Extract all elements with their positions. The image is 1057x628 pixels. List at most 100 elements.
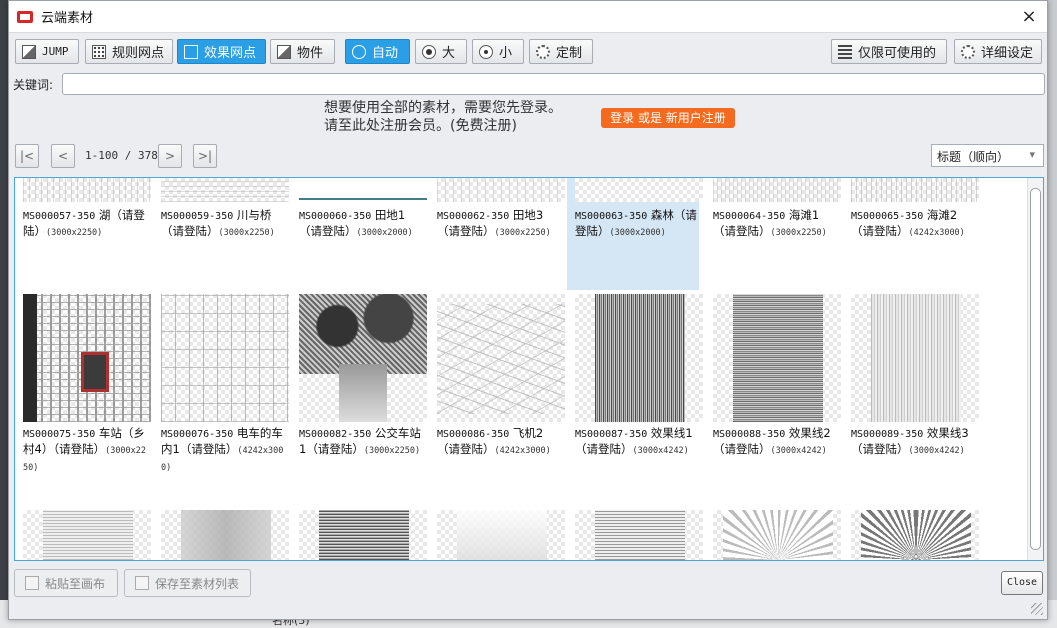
material-item[interactable] — [291, 510, 427, 560]
gear-icon — [536, 44, 550, 59]
material-item[interactable]: MS000082-350 公交车站1（请登陆）(3000x2250) — [291, 292, 427, 502]
material-caption: MS000062-350 田地3（请登陆）(3000x2250) — [437, 208, 551, 238]
save-to-list-button[interactable]: 保存至素材列表 — [124, 569, 251, 597]
material-item[interactable]: MS000065-350 海滩2（请登陆）(4242x3000) — [843, 178, 979, 290]
material-item[interactable]: MS000060-350 田地1（请登陆）(3000x2000) — [291, 178, 427, 290]
app-icon — [17, 10, 33, 24]
sort-select[interactable]: 标题（顺向） ▾ — [931, 144, 1044, 167]
material-item[interactable] — [567, 510, 703, 560]
material-caption: MS000063-350 森林（请登陆）(3000x2000) — [575, 208, 697, 238]
keyword-row: 关键词: — [9, 73, 1047, 95]
material-item[interactable]: MS000057-350 湖（请登陆）(3000x2250) — [15, 178, 151, 290]
prev-page-button[interactable]: < — [51, 144, 75, 168]
dot-grid-icon — [92, 44, 106, 59]
tab-regular-dots-label: 规则网点 — [112, 46, 165, 61]
material-item[interactable] — [705, 510, 841, 560]
usable-only-button[interactable]: 仅限可使用的 — [831, 39, 947, 64]
material-item[interactable]: MS000088-350 效果线2（请登陆）(3000x4242) — [705, 292, 841, 502]
paste-to-canvas-button[interactable]: 粘贴至画布 — [14, 569, 118, 597]
material-thumbnail — [713, 510, 841, 560]
tab-effect-dots[interactable]: 效果网点 — [177, 39, 266, 64]
cloud-materials-dialog: 云端素材 × JUMP 规则网点 效果网点 物件 自动 大 小 定制 仅限可使用… — [8, 0, 1048, 620]
login-message: 想要使用全部的素材，需要您先登录。 请至此处注册会员。(免费注册) — [324, 99, 562, 135]
material-caption: MS000057-350 湖（请登陆）(3000x2250) — [23, 208, 145, 238]
material-thumbnail — [161, 178, 289, 202]
material-caption: MS000088-350 效果线2（请登陆）(3000x4242) — [713, 426, 831, 456]
material-item[interactable]: MS000087-350 效果线1（请登陆）(3000x4242) — [567, 292, 703, 502]
material-caption: MS000064-350 海滩1（请登陆）(3000x2250) — [713, 208, 827, 238]
toolbar: JUMP 规则网点 效果网点 物件 自动 大 小 定制 仅限可使用的 详细设定 — [15, 39, 1042, 65]
material-item[interactable]: MS000059-350 川与桥（请登陆）(3000x2250) — [153, 178, 289, 290]
material-thumbnail — [437, 294, 565, 422]
material-thumbnail — [299, 294, 427, 422]
material-thumbnail — [437, 178, 565, 202]
size-auto-button[interactable]: 自动 — [345, 39, 410, 64]
material-caption: MS000075-350 车站（乡村4）（请登陆）(3000x2250) — [23, 426, 147, 473]
window-title: 云端素材 — [41, 11, 94, 26]
scrollbar-thumb[interactable] — [1030, 188, 1041, 550]
material-thumbnail — [713, 178, 841, 202]
material-caption: MS000086-350 飞机2（请登陆）(4242x3000) — [437, 426, 551, 456]
material-item[interactable]: MS000086-350 飞机2（请登陆）(4242x3000) — [429, 292, 565, 502]
material-item[interactable]: MS000063-350 森林（请登陆）(3000x2000) — [567, 178, 703, 290]
resize-grip-icon[interactable] — [1031, 603, 1043, 615]
jump-button[interactable]: JUMP — [15, 39, 79, 64]
first-page-button[interactable]: |< — [15, 144, 39, 168]
detail-settings-button[interactable]: 详细设定 — [954, 39, 1042, 64]
size-small-label: 小 — [499, 46, 513, 61]
last-page-button[interactable]: >| — [193, 144, 217, 168]
download-icon — [135, 576, 149, 590]
material-item[interactable] — [429, 510, 565, 560]
material-thumbnail — [23, 178, 151, 202]
material-grid: MS000057-350 湖（请登陆）(3000x2250) MS000059-… — [14, 177, 1044, 561]
filled-circle-icon — [352, 44, 366, 59]
gear-icon — [961, 44, 975, 59]
keyword-input[interactable] — [62, 73, 1045, 95]
next-page-button[interactable]: > — [158, 144, 182, 168]
custom-button[interactable]: 定制 — [529, 39, 593, 64]
image-icon — [22, 44, 36, 59]
size-large-button[interactable]: 大 — [415, 39, 467, 64]
material-caption: MS000087-350 效果线1（请登陆）(3000x4242) — [575, 426, 693, 456]
save-to-list-label: 保存至素材列表 — [155, 576, 240, 591]
login-register-button[interactable]: 登录 或是 新用户注册 — [601, 108, 735, 128]
material-item[interactable]: MS000064-350 海滩1（请登陆）(3000x2250) — [705, 178, 841, 290]
material-thumbnail — [437, 510, 565, 560]
material-item[interactable] — [843, 510, 979, 560]
tab-objects-label: 物件 — [297, 46, 324, 61]
bottom-bar: 粘贴至画布 保存至素材列表 Close — [9, 567, 1047, 599]
material-thumbnail — [161, 294, 289, 422]
material-item[interactable] — [15, 510, 151, 560]
material-thumbnail — [299, 178, 427, 202]
custom-label: 定制 — [556, 46, 583, 61]
tab-regular-dots[interactable]: 规则网点 — [85, 39, 173, 64]
title-bar: 云端素材 × — [9, 1, 1047, 33]
material-caption: MS000082-350 公交车站1（请登陆）(3000x2250) — [299, 426, 421, 456]
material-item[interactable] — [153, 510, 289, 560]
close-button[interactable]: Close — [1001, 571, 1043, 595]
size-large-label: 大 — [442, 46, 456, 61]
material-item[interactable]: MS000062-350 田地3（请登陆）(3000x2250) — [429, 178, 565, 290]
grid-scrollbar[interactable] — [1027, 178, 1043, 560]
large-circle-icon — [422, 44, 436, 59]
window-close-button[interactable]: × — [1017, 5, 1041, 29]
material-thumbnail — [575, 294, 703, 422]
size-small-button[interactable]: 小 — [472, 39, 524, 64]
keyword-label: 关键词: — [13, 78, 54, 92]
picture-icon — [277, 44, 291, 59]
material-item[interactable]: MS000089-350 效果线3（请登陆）(3000x4242) — [843, 292, 979, 502]
material-thumbnail — [299, 510, 427, 560]
tab-effect-dots-label: 效果网点 — [204, 46, 257, 61]
size-auto-label: 自动 — [372, 46, 399, 61]
background-right-strip — [1047, 0, 1057, 628]
tab-objects[interactable]: 物件 — [270, 39, 335, 64]
material-caption: MS000089-350 效果线3（请登陆）(3000x4242) — [851, 426, 969, 456]
page-info: 1-100 / 378 — [85, 149, 158, 162]
chevron-down-icon: ▾ — [1029, 148, 1035, 161]
material-item[interactable]: MS000076-350 电车的车内1（请登陆）(4242x3000) — [153, 292, 289, 502]
material-item[interactable]: MS000075-350 车站（乡村4）（请登陆）(3000x2250) — [15, 292, 151, 502]
material-thumbnail — [23, 510, 151, 560]
jump-label: JUMP — [42, 45, 69, 58]
list-icon — [838, 44, 852, 59]
background-left-strip — [0, 0, 8, 628]
